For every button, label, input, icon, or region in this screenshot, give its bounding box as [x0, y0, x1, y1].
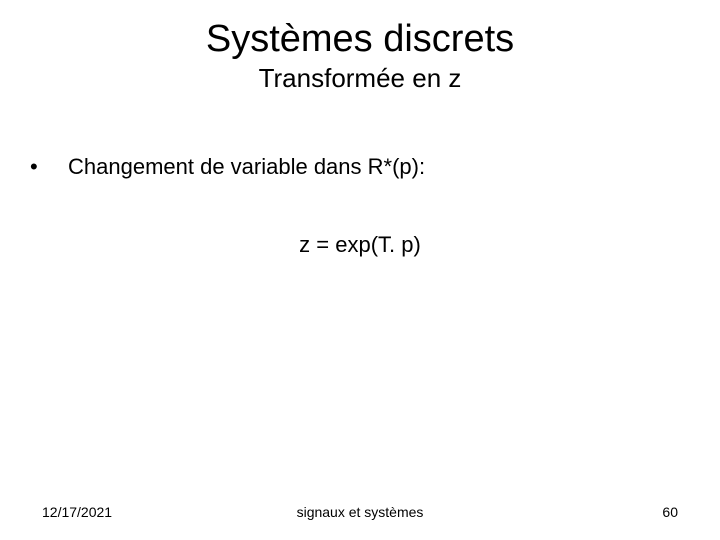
- bullet-item: • Changement de variable dans R*(p):: [30, 154, 690, 180]
- footer-date: 12/17/2021: [42, 504, 254, 520]
- slide-title: Systèmes discrets: [0, 0, 720, 61]
- slide-subtitle: Transformée en z: [0, 63, 720, 94]
- slide-container: Systèmes discrets Transformée en z • Cha…: [0, 0, 720, 540]
- content-area: • Changement de variable dans R*(p): z =…: [0, 154, 720, 258]
- equation-text: z = exp(T. p): [30, 232, 690, 258]
- footer-center: signaux et systèmes: [254, 504, 466, 520]
- bullet-text: Changement de variable dans R*(p):: [68, 154, 425, 180]
- bullet-marker-icon: •: [30, 154, 68, 180]
- slide-footer: 12/17/2021 signaux et systèmes 60: [0, 504, 720, 520]
- footer-page-number: 60: [466, 504, 678, 520]
